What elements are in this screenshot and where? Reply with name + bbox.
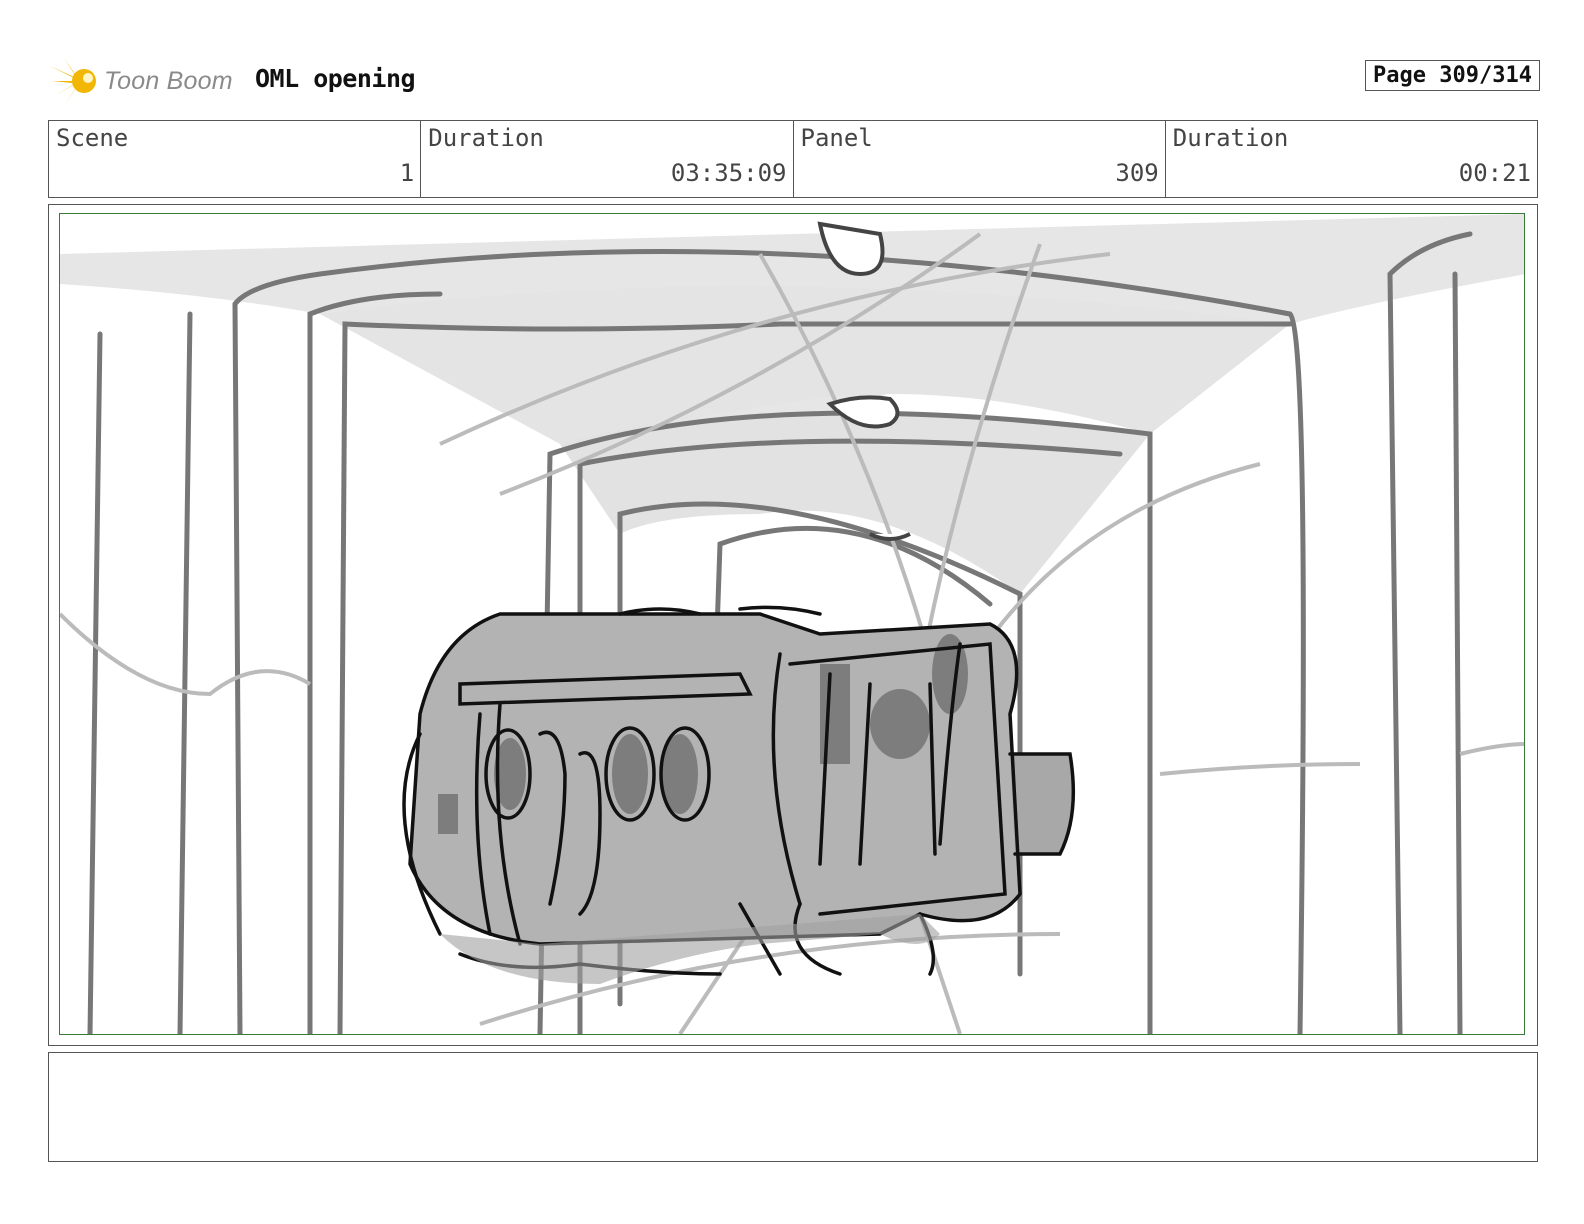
panel-notes xyxy=(48,1052,1538,1162)
panel-duration-cell: Duration 00:21 xyxy=(1166,121,1537,197)
toon-boom-logo: Toon Boom xyxy=(50,56,233,106)
page-header: Toon Boom OML opening Page 309/314 xyxy=(50,56,1540,106)
scene-value: 1 xyxy=(399,159,415,187)
scene-duration-label: Duration xyxy=(428,124,544,152)
panel-duration-value: 00:21 xyxy=(1458,159,1531,187)
scene-label: Scene xyxy=(56,124,129,152)
scene-cell: Scene 1 xyxy=(49,121,422,197)
logo-text: Toon Boom xyxy=(104,66,233,95)
panel-label: Panel xyxy=(800,124,873,152)
panel-value: 309 xyxy=(1115,159,1159,187)
panel-frame xyxy=(48,204,1538,1046)
project-title: OML opening xyxy=(255,64,416,93)
scene-duration-cell: Duration 03:35:09 xyxy=(421,121,794,197)
page-number: Page 309/314 xyxy=(1365,60,1540,91)
panel-cell: Panel 309 xyxy=(794,121,1166,197)
star-burst-icon xyxy=(50,58,96,104)
storyboard-sketch-icon xyxy=(60,214,1524,1034)
panel-duration-label: Duration xyxy=(1172,124,1289,152)
scene-info-table: Scene 1 Duration 03:35:09 Panel 309 Dura… xyxy=(48,120,1538,198)
panel-image xyxy=(59,213,1525,1035)
scene-duration-value: 03:35:09 xyxy=(670,159,787,187)
